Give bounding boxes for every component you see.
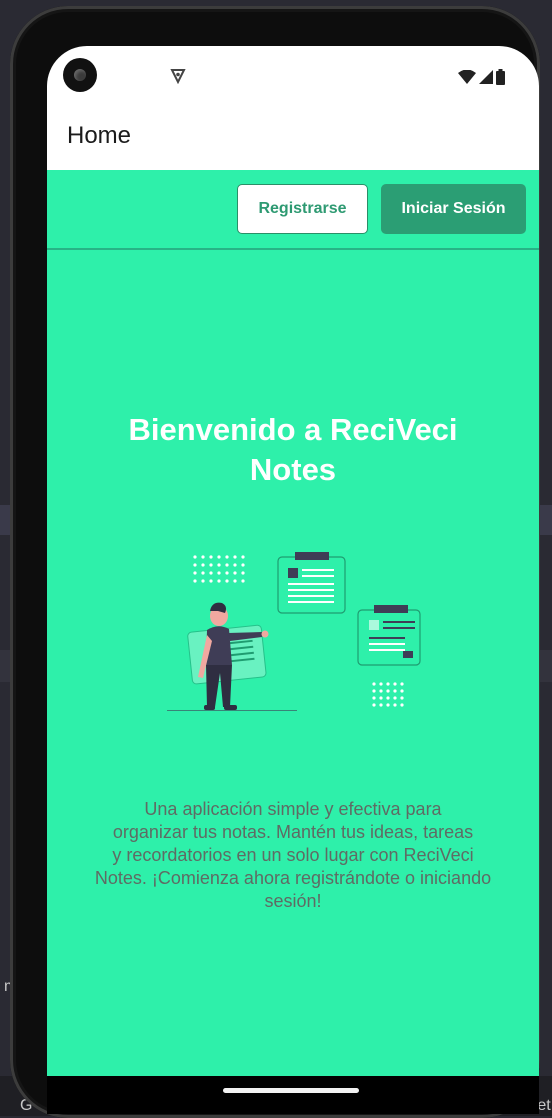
shield-icon: [170, 69, 186, 84]
page-title: Home: [67, 122, 132, 149]
description-line: sesión!: [264, 891, 322, 911]
register-button[interactable]: Registrarse: [237, 184, 368, 234]
welcome-line-1: Bienvenido a ReciVeci: [128, 412, 458, 447]
description-line: organizar tus notas. Mantén tus ideas, t…: [112, 822, 474, 842]
camera-hole: [63, 58, 97, 92]
status-icons: [458, 69, 505, 85]
home-gesture-handle[interactable]: [223, 1088, 359, 1093]
ground-line: [167, 710, 297, 711]
wifi-icon: [458, 70, 476, 84]
dot-grid-top: [193, 555, 245, 583]
description-line: y recordatorios en un solo lugar con Rec…: [112, 845, 474, 865]
gesture-navigation-bar: [47, 1076, 539, 1114]
description-line: Una aplicación simple y efectiva para: [144, 799, 442, 819]
description-line: Notes. ¡Comienza ahora registrándote o i…: [94, 868, 492, 888]
welcome-line-2: Notes: [249, 452, 337, 487]
battery-icon: [496, 69, 505, 85]
note-card-icon: [357, 605, 421, 666]
main-content: Registrarse Iniciar Sesión Bienvenido a …: [47, 170, 539, 1076]
header-actions: Registrarse Iniciar Sesión: [47, 170, 539, 250]
status-bar: [47, 46, 539, 102]
phone-screen: Home Registrarse Iniciar Sesión Bienveni…: [47, 46, 539, 1114]
dot-grid-bottom: [372, 682, 404, 707]
welcome-heading: Bienvenido a ReciVeci Notes: [77, 410, 509, 490]
signal-icon: [479, 70, 493, 84]
person-with-notes-illustration: [167, 552, 421, 711]
app-bar: Home: [47, 102, 539, 170]
description-text: Una aplicación simple y efectiva para or…: [67, 798, 519, 913]
phone-frame: Home Registrarse Iniciar Sesión Bienveni…: [10, 6, 540, 1118]
login-button[interactable]: Iniciar Sesión: [381, 184, 526, 234]
note-card-icon: [277, 552, 346, 614]
